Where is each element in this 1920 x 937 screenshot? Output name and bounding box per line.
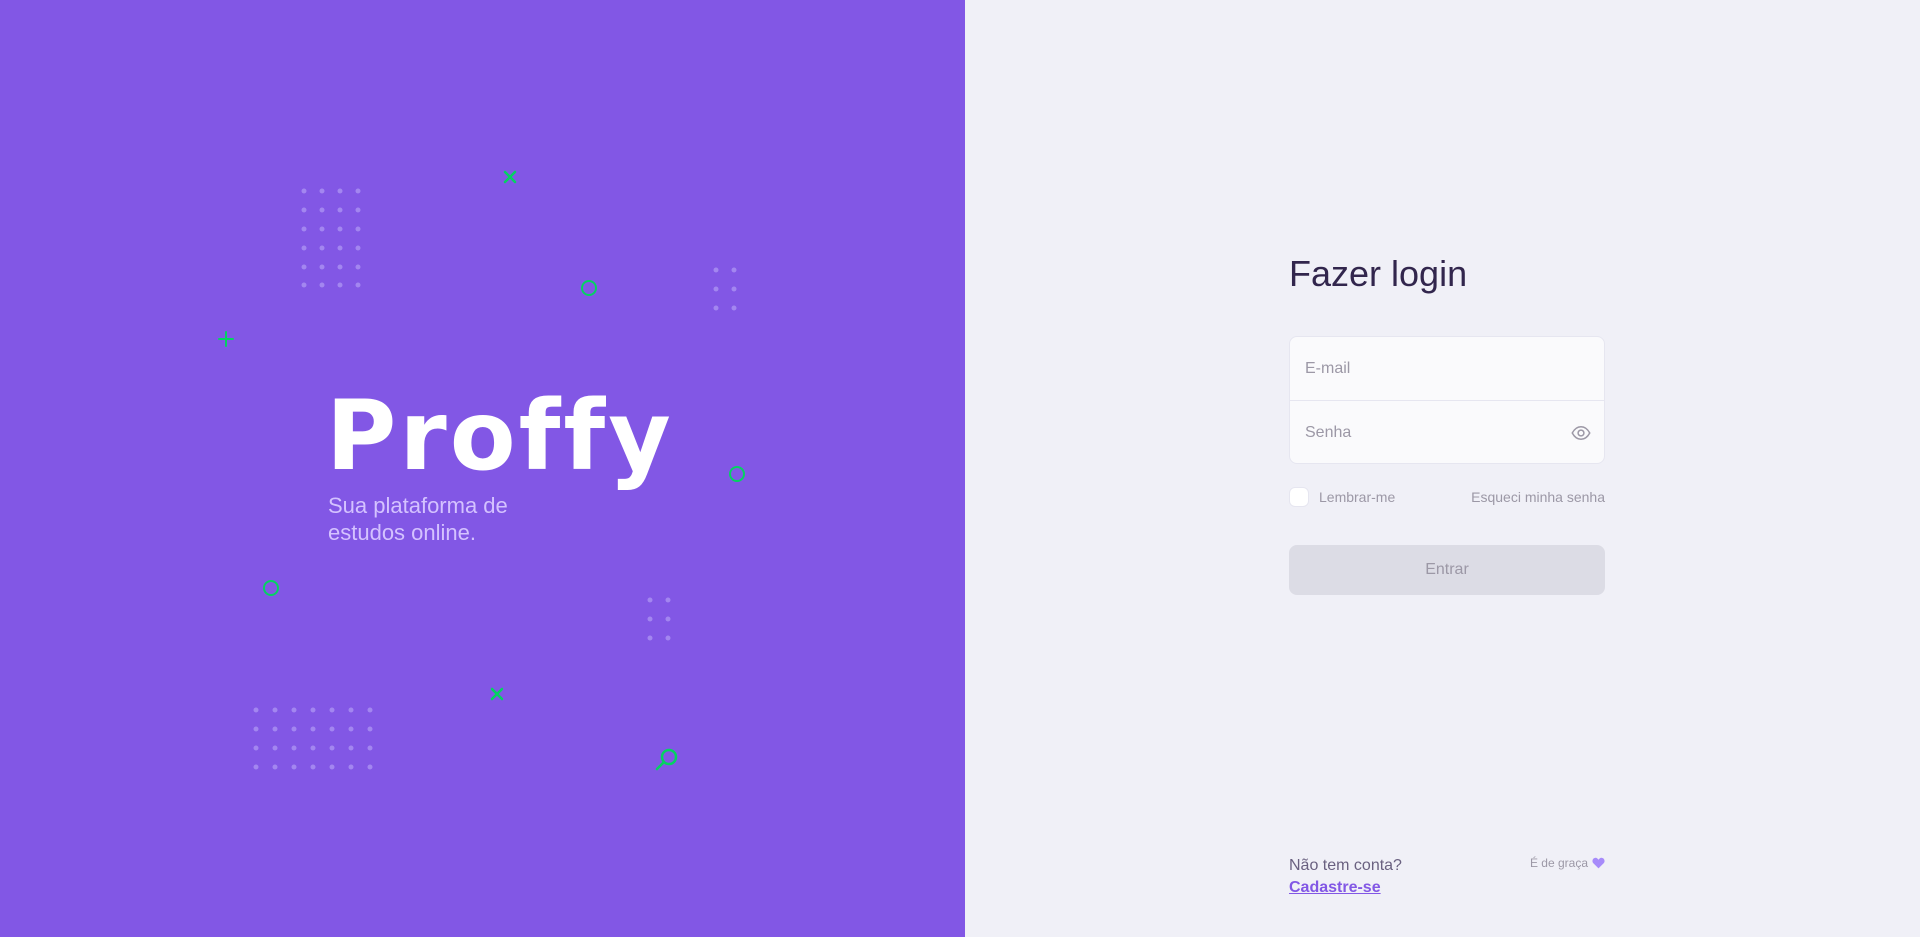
remember-me: Lembrar-me: [1289, 487, 1395, 507]
forgot-password-link[interactable]: Esqueci minha senha: [1470, 489, 1605, 505]
login-panel: [965, 0, 1920, 937]
brand-tagline: Sua plataforma de estudos online.: [328, 493, 508, 545]
email-field[interactable]: [1290, 337, 1545, 401]
page-title: Fazer login: [1289, 253, 1468, 294]
dot-grid-bottom-left: [253, 707, 373, 770]
remember-me-checkbox[interactable]: [1289, 487, 1309, 507]
x-mark-icon: [503, 170, 517, 184]
remember-me-label: Lembrar-me: [1319, 489, 1396, 505]
magnifier-icon: [655, 748, 678, 771]
signup-link[interactable]: Cadastre-se: [1289, 879, 1381, 897]
dot-grid-mid-right: [647, 597, 671, 641]
free-note-text: É de graça: [1529, 856, 1588, 870]
brand-panel: Proffy Sua plataforma de estudos online.: [0, 0, 965, 937]
plus-icon: [218, 331, 234, 347]
login-fields-box: [1289, 336, 1605, 465]
circle-icon: [729, 466, 745, 482]
password-field-wrapper: [1290, 401, 1604, 465]
circle-icon: [581, 280, 597, 296]
login-button[interactable]: Entrar: [1289, 545, 1605, 595]
no-account-text: Não tem conta?: [1289, 857, 1402, 874]
dot-grid-top-right: [713, 267, 737, 311]
email-field-wrapper: [1290, 337, 1604, 401]
eye-icon[interactable]: [1570, 423, 1592, 443]
dot-grid-top-left: [301, 188, 361, 288]
brand-logo: Proffy: [326, 380, 674, 492]
password-field[interactable]: [1290, 401, 1545, 465]
free-note: É de graça: [1470, 856, 1605, 870]
x-mark-icon: [490, 687, 504, 701]
purple-heart-icon: [1592, 857, 1605, 869]
circle-icon: [263, 580, 279, 596]
